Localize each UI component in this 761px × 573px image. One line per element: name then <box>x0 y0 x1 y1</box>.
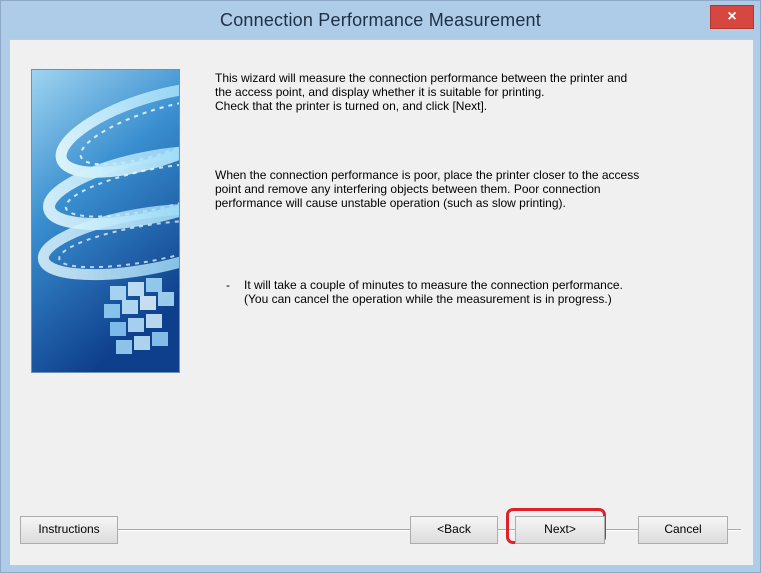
footer-divider <box>22 529 741 531</box>
duration-note-text: It will take a couple of minutes to meas… <box>244 278 623 306</box>
window-title: Connection Performance Measurement <box>220 10 541 30</box>
dialog-body: This wizard will measure the connection … <box>9 39 754 566</box>
cancel-button[interactable]: Cancel <box>638 516 728 544</box>
instructions-button[interactable]: Instructions <box>20 516 118 544</box>
wizard-illustration <box>31 69 180 373</box>
poor-performance-paragraph: When the connection performance is poor,… <box>215 168 640 210</box>
back-button[interactable]: <Back <box>410 516 498 544</box>
dialog-window: Connection Performance Measurement × Thi… <box>0 0 761 573</box>
intro-paragraph: This wizard will measure the connection … <box>215 71 628 113</box>
next-button[interactable]: Next> <box>515 516 605 544</box>
bullet-dash: - <box>226 278 230 292</box>
printer-spiral-graphic <box>32 70 179 372</box>
close-button[interactable]: × <box>710 5 754 29</box>
title-bar[interactable]: Connection Performance Measurement × <box>1 1 760 39</box>
